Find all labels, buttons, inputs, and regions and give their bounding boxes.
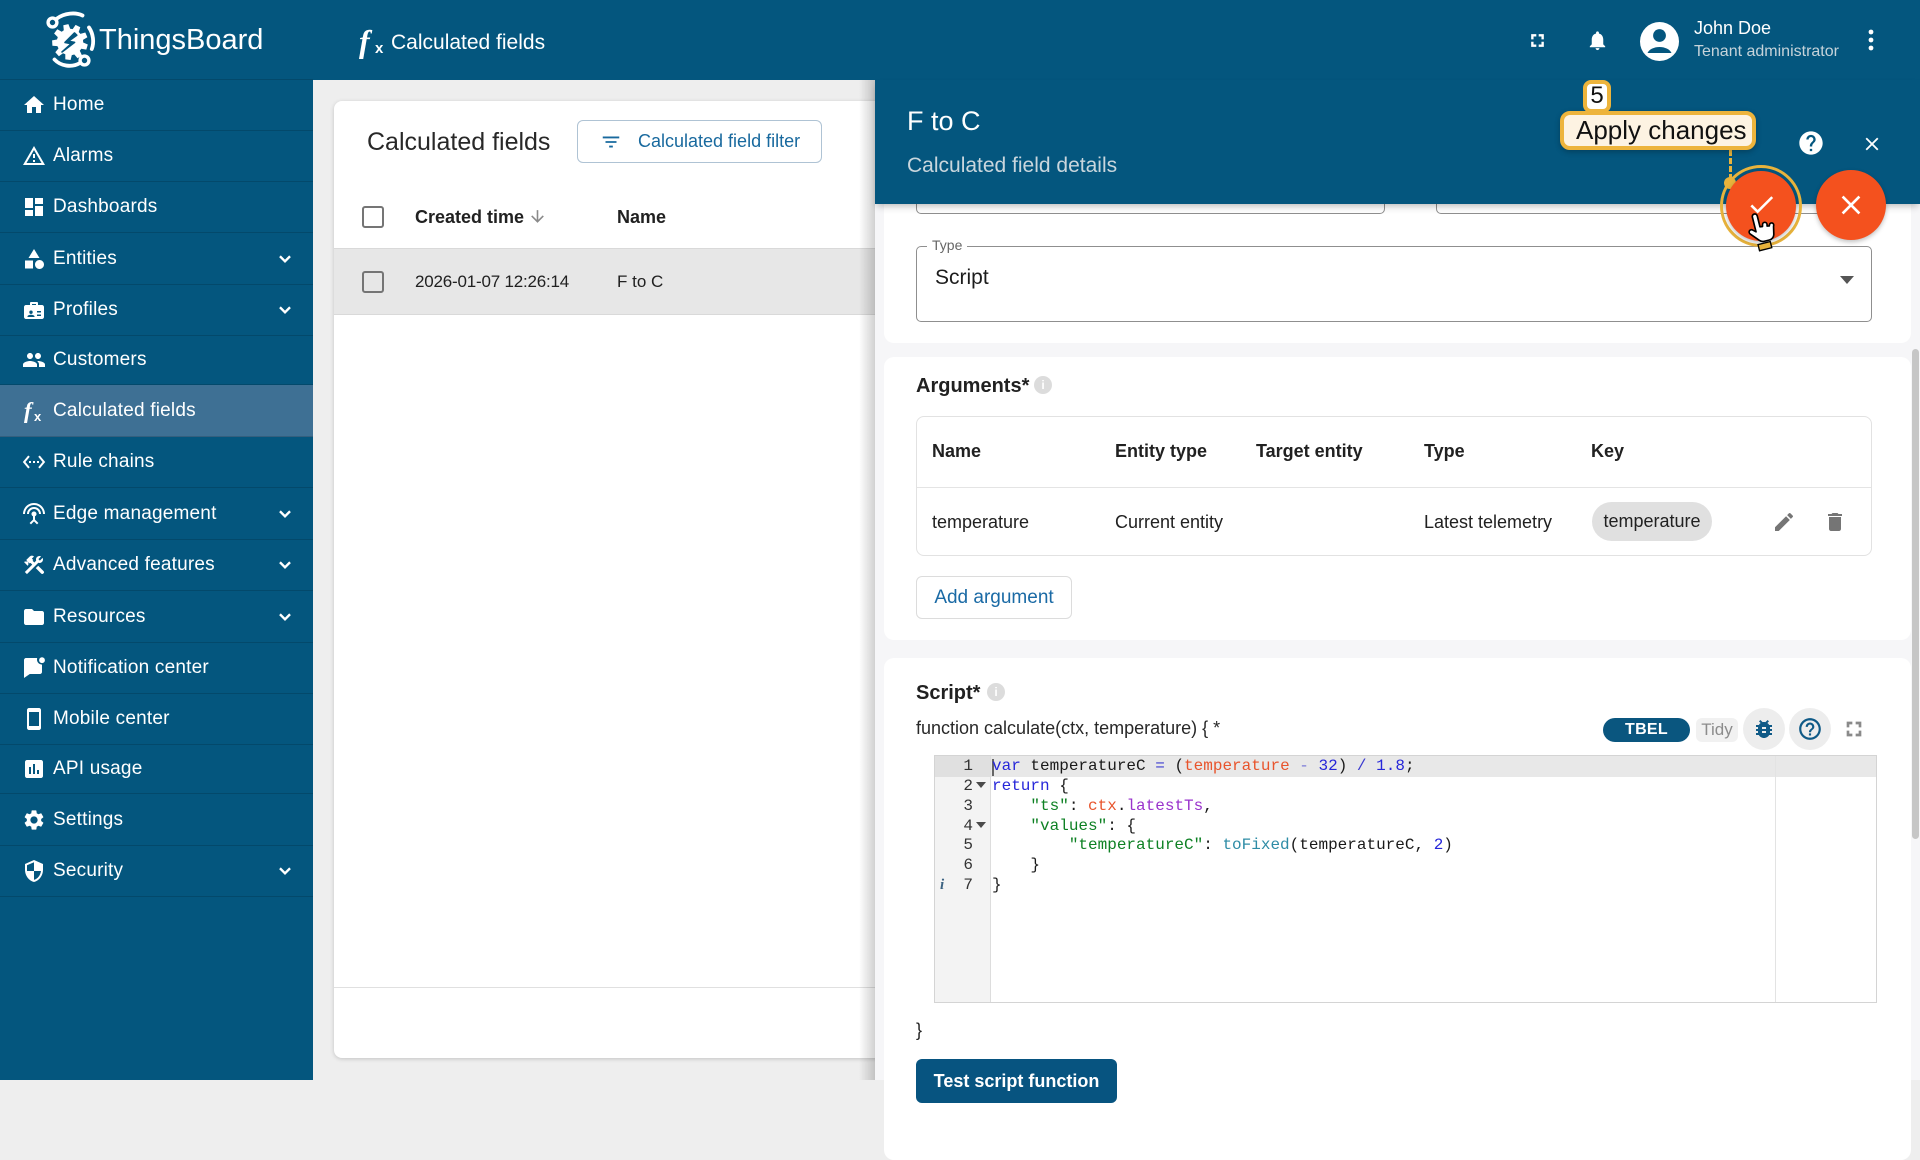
svg-text:f: f xyxy=(24,399,34,423)
svg-text:x: x xyxy=(34,409,42,423)
